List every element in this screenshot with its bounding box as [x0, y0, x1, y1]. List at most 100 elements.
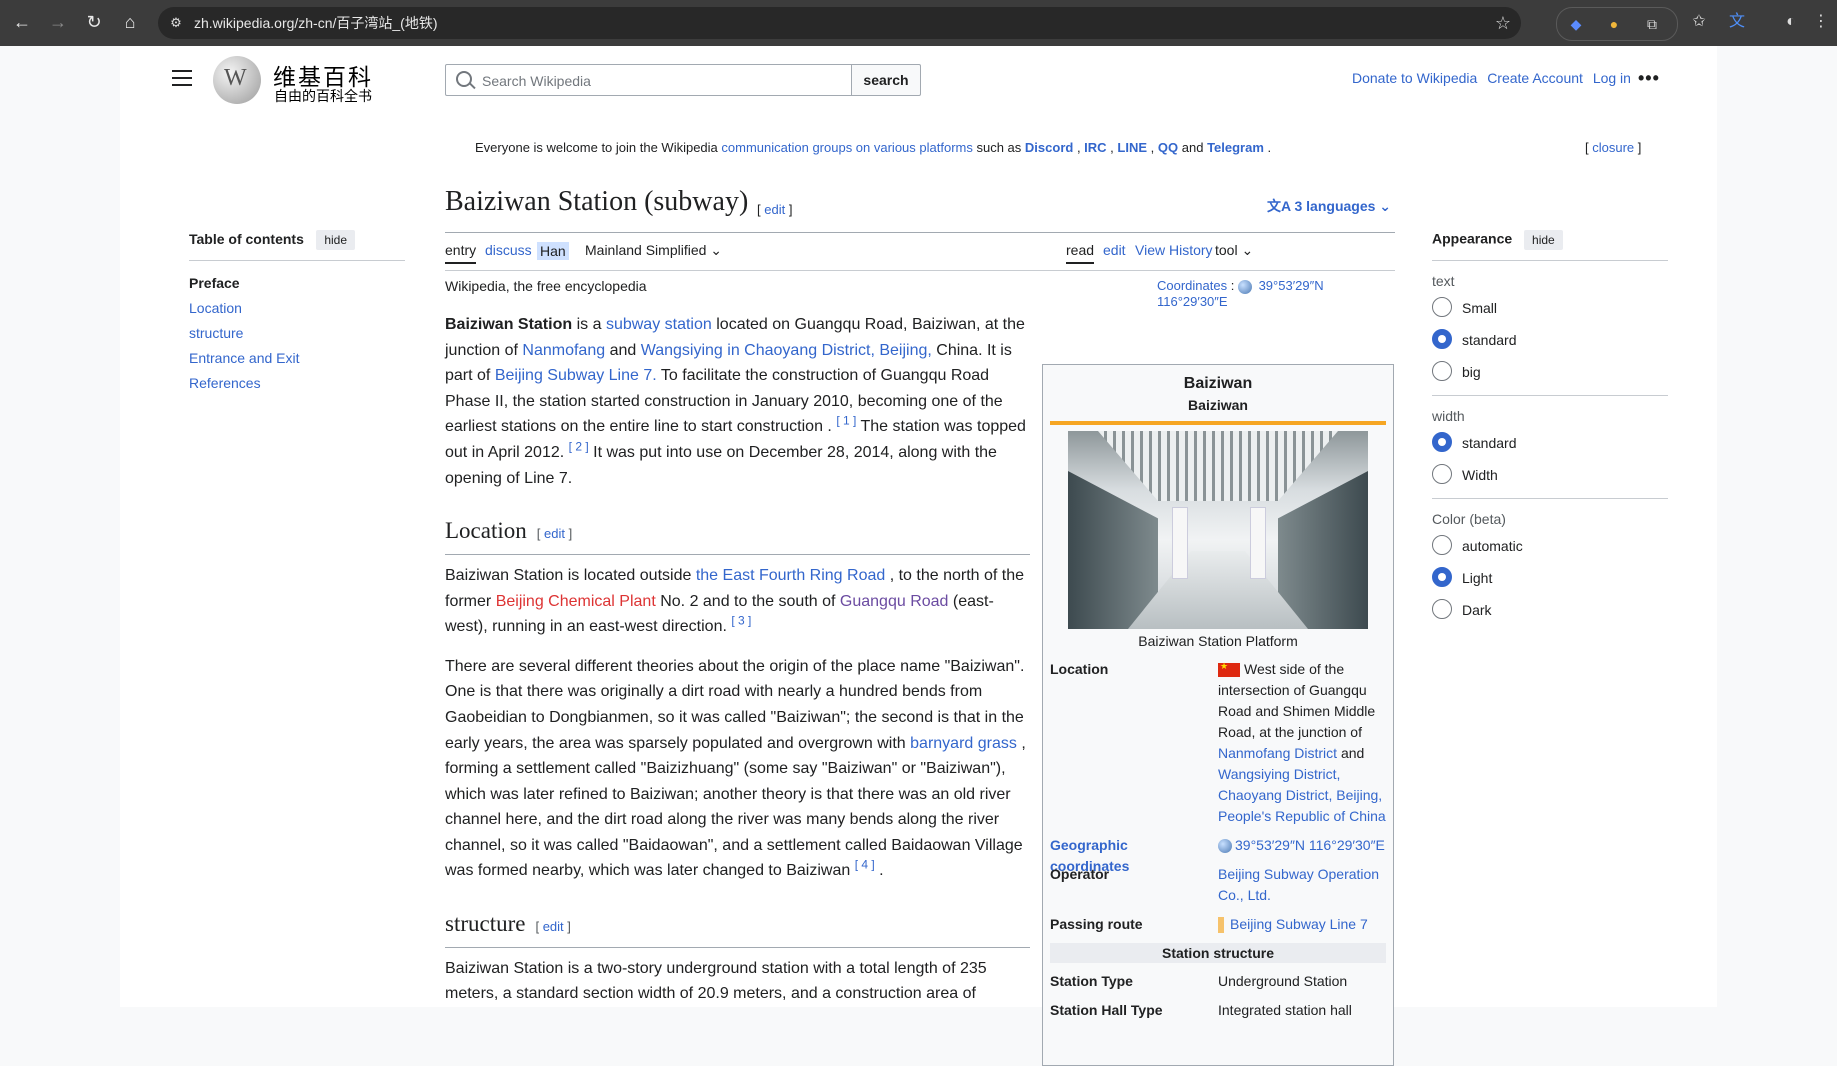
route-link[interactable]: Beijing Subway Line 7	[1230, 916, 1368, 932]
chemical-plant-link[interactable]: Beijing Chemical Plant	[496, 593, 656, 610]
infobox-value: 39°53′29″N 116°29′30″E	[1218, 835, 1386, 856]
radio-button[interactable]	[1432, 599, 1452, 619]
wangsiying-district-link[interactable]: Wangsiying District, Chaoyang District, …	[1218, 766, 1386, 824]
option-label: standard	[1462, 435, 1517, 451]
article-body: Baiziwan Station is a subway station loc…	[445, 312, 1030, 1021]
operator-link[interactable]: Beijing Subway Operation Co., Ltd.	[1218, 866, 1379, 903]
east-fourth-ring-link[interactable]: the East Fourth Ring Road	[696, 567, 885, 584]
qq-link[interactable]: QQ	[1158, 140, 1178, 155]
toc-item-location[interactable]: Location	[189, 300, 405, 316]
more-options-icon[interactable]: •••	[1638, 68, 1660, 89]
reload-icon[interactable]: ↻	[82, 10, 106, 34]
radio-button[interactable]	[1432, 361, 1452, 381]
barnyard-grass-link[interactable]: barnyard grass	[910, 735, 1017, 752]
tools-dropdown[interactable]: tool ⌄	[1215, 242, 1253, 259]
subway-station-link[interactable]: subway station	[606, 316, 712, 333]
width-standard[interactable]: standard	[1432, 432, 1668, 464]
url-text[interactable]: zh.wikipedia.org/zh-cn/百子湾站_(地铁)	[194, 7, 438, 39]
radio-button[interactable]	[1432, 432, 1452, 452]
station-platform-image[interactable]	[1068, 431, 1368, 629]
site-info-icon[interactable]: ⚙	[166, 13, 186, 33]
subject-name: Baiziwan Station	[445, 316, 573, 333]
search-button[interactable]: search	[851, 64, 921, 96]
reference-2[interactable]: [ 2 ]	[569, 440, 589, 454]
color-dark[interactable]: Dark	[1432, 599, 1668, 631]
infobox-value: West side of the intersection of Guangqu…	[1218, 659, 1386, 827]
radio-button[interactable]	[1432, 567, 1452, 587]
color-label: Color (beta)	[1432, 511, 1506, 527]
line-link[interactable]: LINE	[1117, 140, 1147, 155]
forward-arrow-icon[interactable]: →	[46, 10, 70, 34]
appearance-hide-button[interactable]: hide	[1524, 230, 1563, 250]
profile-avatar-icon[interactable]: ◐	[1779, 10, 1803, 34]
discord-link[interactable]: Discord	[1025, 140, 1073, 155]
main-menu-icon[interactable]	[172, 70, 192, 86]
geo-coordinates-link[interactable]: 39°53′29″N 116°29′30″E	[1235, 837, 1385, 853]
title-edit-link[interactable]: edit	[764, 202, 785, 217]
coordinates-label-link[interactable]: Coordinates	[1157, 278, 1227, 293]
notice-groups-link[interactable]: communication groups on various platform…	[721, 140, 972, 155]
language-button[interactable]: 文A 3 languages ⌄	[1267, 196, 1391, 216]
text: .	[879, 862, 884, 880]
nanmofang-link[interactable]: Nanmofang	[522, 342, 605, 359]
extensions-puzzle-icon[interactable]: ⧉	[1641, 13, 1663, 35]
toc-item-entrance-exit[interactable]: Entrance and Exit	[189, 350, 405, 366]
wangsiying-link[interactable]: Wangsiying in Chaoyang District, Beijing…	[641, 342, 932, 359]
location-edit-link[interactable]: edit	[544, 526, 565, 541]
text-size-big[interactable]: big	[1432, 361, 1668, 393]
address-bar[interactable]: ⚙ zh.wikipedia.org/zh-cn/百子湾站_(地铁) ☆	[158, 7, 1521, 39]
tab-edit[interactable]: edit	[1103, 242, 1126, 258]
tab-entry[interactable]: entry	[445, 242, 477, 264]
telegram-link[interactable]: Telegram	[1207, 140, 1264, 155]
radio-button[interactable]	[1432, 535, 1452, 555]
text-size-small[interactable]: Small	[1432, 297, 1668, 329]
toc-hide-button[interactable]: hide	[316, 230, 355, 250]
toc-item-references[interactable]: References	[189, 375, 405, 391]
toc-item-structure[interactable]: structure	[189, 325, 405, 341]
chevron-down-icon: ⌄	[1241, 242, 1254, 258]
tab-han[interactable]: Han	[537, 242, 569, 260]
radio-button[interactable]	[1432, 297, 1452, 317]
variant-dropdown[interactable]: Mainland Simplified ⌄	[585, 242, 722, 259]
appearance-divider	[1432, 498, 1668, 499]
radio-button[interactable]	[1432, 329, 1452, 349]
nanmofang-district-link[interactable]: Nanmofang District	[1218, 745, 1337, 761]
guangqu-road-link[interactable]: Guangqu Road	[840, 593, 949, 610]
color-light[interactable]: Light	[1432, 567, 1668, 599]
create-account-link[interactable]: Create Account	[1487, 70, 1583, 86]
tab-view-history[interactable]: View History	[1135, 242, 1213, 258]
title-edit: [ edit ]	[757, 202, 793, 217]
bookmark-star-icon[interactable]: ☆	[1495, 11, 1511, 35]
title-divider	[445, 232, 1395, 233]
structure-edit-link[interactable]: edit	[543, 919, 564, 934]
appearance-panel: Appearance hide text Small standard big …	[1432, 230, 1668, 631]
color-automatic[interactable]: automatic	[1432, 535, 1668, 567]
line-7-link[interactable]: Beijing Subway Line 7.	[495, 367, 657, 384]
search-input[interactable]	[480, 65, 844, 97]
bookmarks-icon[interactable]: ✩	[1687, 10, 1711, 34]
browser-menu-icon[interactable]: ⋮	[1809, 10, 1833, 34]
login-link[interactable]: Log in	[1593, 70, 1631, 86]
width-wide[interactable]: Width	[1432, 464, 1668, 496]
extension-cookie-icon[interactable]: ●	[1603, 13, 1625, 35]
notice-text: .	[1267, 140, 1272, 155]
reference-1[interactable]: [ 1 ]	[836, 414, 856, 428]
location-heading: Location [ edit ]	[445, 513, 1030, 555]
tab-read[interactable]: read	[1066, 242, 1095, 264]
infobox: Baiziwan Baiziwan Baiziwan Station Platf…	[1042, 364, 1394, 1066]
closure-link[interactable]: closure	[1592, 140, 1634, 155]
tab-discuss[interactable]: discuss	[485, 242, 532, 258]
reference-3[interactable]: [ 3 ]	[731, 614, 751, 628]
home-icon[interactable]: ⌂	[118, 10, 142, 34]
text-size-standard[interactable]: standard	[1432, 329, 1668, 361]
radio-button[interactable]	[1432, 464, 1452, 484]
wikipedia-logo[interactable]: 维基百科 自由的百科全书	[213, 56, 383, 106]
reference-4[interactable]: [ 4 ]	[855, 858, 875, 872]
notice-closure: [ closure ]	[1585, 140, 1642, 155]
donate-link[interactable]: Donate to Wikipedia	[1352, 70, 1477, 86]
translate-icon[interactable]: 文	[1725, 10, 1749, 34]
toc-item-preface[interactable]: Preface	[189, 275, 405, 291]
back-arrow-icon[interactable]: ←	[10, 10, 34, 34]
extension-drop-icon[interactable]: ◆	[1565, 13, 1587, 35]
irc-link[interactable]: IRC	[1084, 140, 1106, 155]
